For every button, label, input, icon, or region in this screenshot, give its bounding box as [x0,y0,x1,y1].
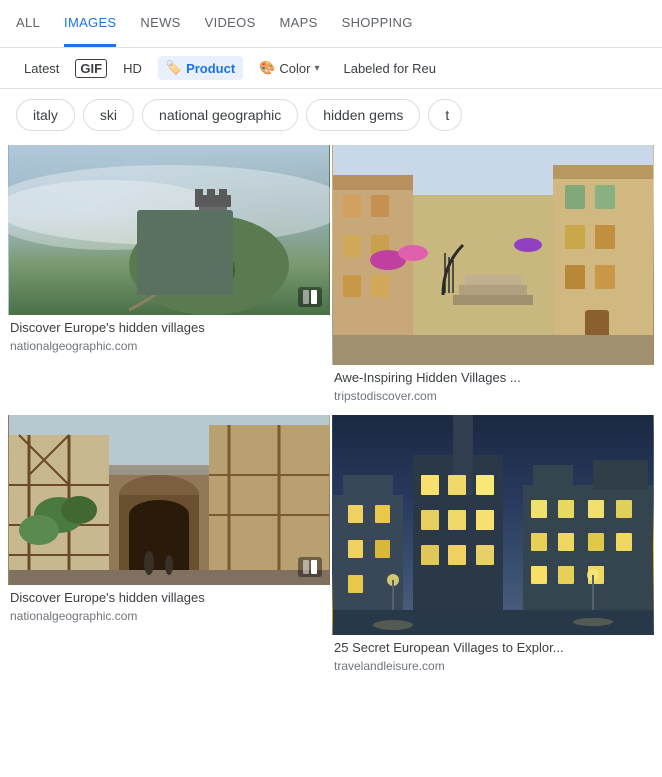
tab-videos[interactable]: VIDEOS [205,1,256,47]
image-thumbnail-0 [8,145,330,315]
chips-row: italy ski national geographic hidden gem… [0,89,662,141]
filter-product[interactable]: 🏷️ Product [158,56,243,80]
chip-partial[interactable]: t [428,99,462,131]
image-source-0: nationalgeographic.com [10,339,328,353]
image-thumbnail-3 [332,415,654,635]
image-card-0[interactable]: Discover Europe's hidden villages nation… [8,145,330,413]
image-source-3: travelandleisure.com [334,659,652,673]
image-wrapper-1 [332,145,654,365]
image-title-2: Discover Europe's hidden villages [10,589,328,607]
tab-shopping[interactable]: SHOPPING [342,1,413,47]
tab-news[interactable]: NEWS [140,1,180,47]
carousel-indicator-0 [298,287,322,307]
image-card-1[interactable]: Awe-Inspiring Hidden Villages ... tripst… [332,145,654,413]
carousel-indicator-2 [298,557,322,577]
image-info-0: Discover Europe's hidden villages nation… [8,315,330,363]
image-wrapper-2 [8,415,330,585]
filter-hd[interactable]: HD [115,57,150,80]
chip-ski[interactable]: ski [83,99,134,131]
image-card-3[interactable]: 25 Secret European Villages to Explor...… [332,415,654,683]
image-card-2[interactable]: Discover Europe's hidden villages nation… [8,415,330,683]
nav-tabs: ALL IMAGES NEWS VIDEOS MAPS SHOPPING [0,0,662,48]
chip-national-geographic[interactable]: national geographic [142,99,298,131]
image-title-3: 25 Secret European Villages to Explor... [334,639,652,657]
filter-gif[interactable]: GIF [75,59,107,78]
chip-hidden-gems[interactable]: hidden gems [306,99,420,131]
filter-latest[interactable]: Latest [16,57,67,80]
tab-images[interactable]: IMAGES [64,1,116,47]
image-wrapper-3 [332,415,654,635]
image-thumbnail-1 [332,145,654,365]
image-title-1: Awe-Inspiring Hidden Villages ... [334,369,652,387]
chip-italy[interactable]: italy [16,99,75,131]
color-dropdown-arrow: ▾ [314,63,319,74]
image-info-3: 25 Secret European Villages to Explor...… [332,635,654,683]
color-icon: 🎨 [259,60,275,76]
image-wrapper-0 [8,145,330,315]
carousel-dot [311,560,317,574]
image-grid: Discover Europe's hidden villages nation… [0,141,662,687]
filter-bar: Latest GIF HD 🏷️ Product 🎨 Color ▾ Label… [0,48,662,89]
image-info-1: Awe-Inspiring Hidden Villages ... tripst… [332,365,654,413]
carousel-dot [311,290,317,304]
tab-all[interactable]: ALL [16,1,40,47]
filter-color[interactable]: 🎨 Color ▾ [251,56,327,80]
tab-maps[interactable]: MAPS [280,1,318,47]
image-title-0: Discover Europe's hidden villages [10,319,328,337]
image-thumbnail-2 [8,415,330,585]
image-source-1: tripstodiscover.com [334,389,652,403]
image-source-2: nationalgeographic.com [10,609,328,623]
filter-labeled[interactable]: Labeled for Reu [335,57,444,80]
carousel-dot [303,560,309,574]
carousel-dot [303,290,309,304]
product-icon: 🏷️ [166,60,182,76]
image-info-2: Discover Europe's hidden villages nation… [8,585,330,633]
